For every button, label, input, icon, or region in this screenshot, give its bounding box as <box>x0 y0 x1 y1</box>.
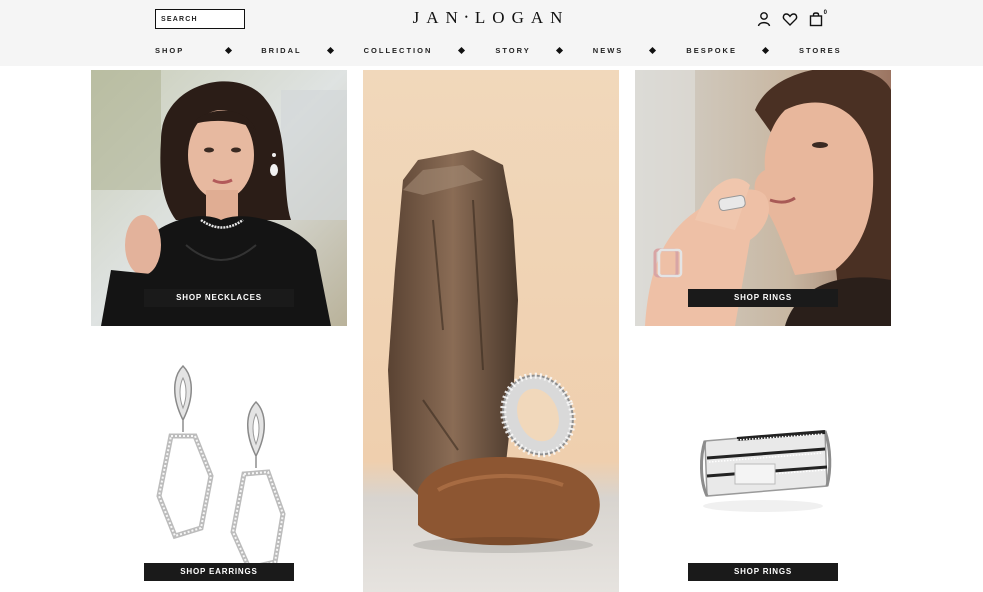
rock-ring-image <box>363 70 619 592</box>
brand-logo[interactable]: JAN•LOGAN <box>380 8 602 28</box>
nav-item-collection[interactable]: COLLECTION <box>364 46 433 55</box>
site-header: JAN•LOGAN 0 SHOP BRIDAL COLLECTION STORY… <box>0 0 983 66</box>
logo-dot: • <box>464 12 475 22</box>
hero-ring-tile[interactable] <box>363 70 619 592</box>
heart-icon[interactable] <box>782 11 798 27</box>
header-icons: 0 <box>756 10 827 28</box>
nav-item-bridal[interactable]: BRIDAL <box>261 46 301 55</box>
shop-rings-button[interactable]: SHOP RINGS <box>688 289 838 307</box>
nav-separator <box>555 46 563 54</box>
shop-earrings-button[interactable]: SHOP EARRINGS <box>144 563 294 581</box>
nav-item-news[interactable]: NEWS <box>593 46 624 55</box>
nav-item-stores[interactable]: STORES <box>799 46 842 55</box>
nav-item-bespoke[interactable]: BESPOKE <box>686 46 737 55</box>
rings-model-tile[interactable]: SHOP RINGS <box>635 70 891 326</box>
nav-separator <box>326 46 334 54</box>
nav-separator <box>761 46 770 54</box>
earrings-image <box>156 364 286 571</box>
search-input[interactable] <box>155 9 245 29</box>
cart-count-badge: 0 <box>823 10 827 16</box>
necklaces-tile[interactable]: SHOP NECKLACES <box>91 70 347 326</box>
nav-separator <box>458 46 466 54</box>
stacked-ring-image <box>700 430 832 512</box>
model-rings-image <box>635 70 891 326</box>
model-necklace-image <box>91 70 347 326</box>
main-nav: SHOP BRIDAL COLLECTION STORY NEWS BESPOK… <box>145 44 845 56</box>
earrings-tile[interactable]: SHOP EARRINGS <box>91 336 347 592</box>
nav-item-story[interactable]: STORY <box>495 46 530 55</box>
bag-icon <box>809 12 823 27</box>
cart-button[interactable]: 0 <box>808 10 827 27</box>
nav-separator <box>649 46 657 54</box>
shop-rings-button[interactable]: SHOP RINGS <box>688 563 838 581</box>
logo-text-left: JAN <box>412 8 465 27</box>
ring-product-tile[interactable]: SHOP RINGS <box>635 336 891 592</box>
shop-necklaces-button[interactable]: SHOP NECKLACES <box>144 289 294 307</box>
logo-text-right: LOGAN <box>474 8 570 27</box>
nav-separator <box>225 46 233 54</box>
nav-item-shop[interactable]: SHOP <box>155 46 184 55</box>
user-icon[interactable] <box>756 11 772 27</box>
